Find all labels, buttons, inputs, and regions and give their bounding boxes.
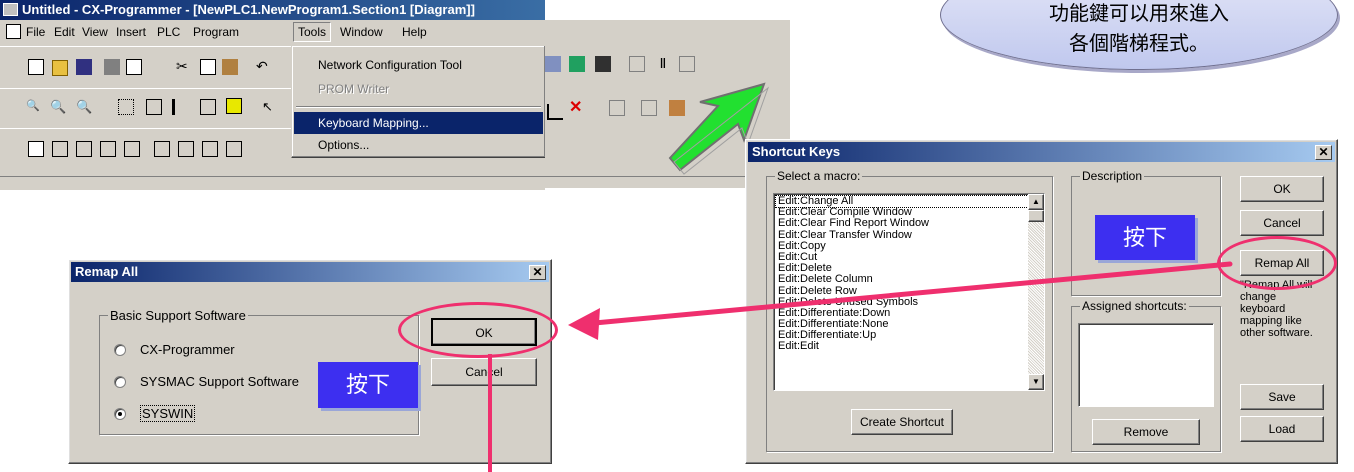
menu-item-options[interactable]: Options... bbox=[294, 134, 543, 156]
info-bubble-line1: 功能鍵可以用來進入 bbox=[1049, 1, 1229, 25]
pink-arrow bbox=[488, 261, 1233, 472]
tools-dropdown: Network Configuration Tool PROM Writer K… bbox=[291, 45, 546, 158]
list-icon[interactable] bbox=[172, 99, 188, 115]
address-ref-icon[interactable] bbox=[100, 141, 116, 157]
load-button[interactable]: Load bbox=[1240, 416, 1324, 442]
radio-cx-programmer-label[interactable]: CX-Programmer bbox=[140, 342, 235, 357]
watch-window-icon[interactable] bbox=[76, 141, 92, 157]
new-file-icon[interactable] bbox=[28, 59, 44, 75]
menu-item-network-config[interactable]: Network Configuration Tool bbox=[294, 54, 543, 76]
scroll-up-button[interactable]: ▲ bbox=[1028, 194, 1044, 210]
menu-separator bbox=[296, 106, 541, 108]
cut-icon[interactable]: ✂ bbox=[176, 59, 192, 75]
grid-icon[interactable] bbox=[118, 99, 134, 115]
select-arrow-icon[interactable]: ↖ bbox=[262, 99, 278, 115]
menu-window[interactable]: Window bbox=[340, 25, 383, 39]
sections-icon[interactable] bbox=[178, 141, 194, 157]
menu-tools[interactable]: Tools bbox=[293, 22, 332, 42]
online-icon[interactable] bbox=[545, 56, 561, 72]
radio-cx-programmer[interactable] bbox=[114, 344, 126, 356]
description-label: Description bbox=[1080, 169, 1145, 183]
find-icon[interactable] bbox=[595, 56, 611, 72]
zoom-out-icon[interactable]: 🔍 bbox=[76, 99, 92, 115]
menu-bar: File Edit View Insert PLC Program Tools … bbox=[0, 21, 545, 43]
line-icon[interactable] bbox=[547, 104, 563, 120]
pause-icon[interactable]: Ⅱ bbox=[655, 56, 671, 72]
shortcut-keys-titlebar: Shortcut Keys ✕ bbox=[748, 142, 1335, 162]
zoom-icon[interactable]: 🔍 bbox=[50, 99, 66, 115]
menu-insert[interactable]: Insert bbox=[116, 25, 146, 39]
scroll-thumb[interactable] bbox=[1028, 210, 1044, 222]
stop-icon[interactable] bbox=[679, 56, 695, 72]
shortcut-keys-title: Shortcut Keys bbox=[752, 144, 841, 159]
copy-icon[interactable] bbox=[200, 59, 216, 75]
select-macro-label: Select a macro: bbox=[775, 169, 863, 183]
radio-syswin-label[interactable]: SYSWIN bbox=[140, 405, 196, 422]
basic-support-software-label: Basic Support Software bbox=[108, 308, 248, 323]
undo-icon[interactable]: ↶ bbox=[256, 59, 272, 75]
run-icon[interactable] bbox=[629, 56, 645, 72]
menu-program[interactable]: Program bbox=[193, 25, 239, 39]
paste-icon[interactable] bbox=[222, 59, 238, 75]
zoom-small-icon[interactable]: 🔍 bbox=[26, 99, 42, 115]
delete-x-icon[interactable]: ✕ bbox=[569, 100, 585, 116]
program-icon[interactable] bbox=[202, 141, 218, 157]
radio-sysmac-support-label[interactable]: SYSMAC Support Software bbox=[140, 374, 299, 389]
properties-icon[interactable] bbox=[124, 141, 140, 157]
cxprogrammer-titlebar: Untitled - CX-Programmer - [NewPLC1.NewP… bbox=[0, 0, 545, 20]
macro-list-item[interactable]: Edit:Clear Find Report Window bbox=[776, 218, 1028, 229]
window-icon[interactable] bbox=[200, 99, 216, 115]
transfer-to-plc-icon[interactable] bbox=[609, 100, 625, 116]
monitor-icon[interactable] bbox=[569, 56, 585, 72]
window-title: Untitled - CX-Programmer - [NewPLC1.NewP… bbox=[22, 2, 475, 17]
info-bubble: 功能鍵可以用來進入 各個階梯程式。 bbox=[940, 0, 1338, 70]
save-button[interactable]: Save bbox=[1240, 384, 1324, 410]
menu-help[interactable]: Help bbox=[402, 25, 427, 39]
menu-plc[interactable]: PLC bbox=[157, 25, 180, 39]
ok-button[interactable]: OK bbox=[1240, 176, 1324, 202]
app-icon bbox=[3, 3, 18, 16]
cancel-button[interactable]: Cancel bbox=[1240, 210, 1324, 236]
info-bubble-line2: 各個階梯程式。 bbox=[1069, 31, 1209, 55]
menu-item-keyboard-mapping[interactable]: Keyboard Mapping... bbox=[294, 112, 543, 134]
watch-icon[interactable] bbox=[226, 98, 242, 114]
comment-icon[interactable] bbox=[146, 99, 162, 115]
remap-all-titlebar: Remap All ✕ bbox=[71, 262, 549, 282]
cxprogrammer-window: Untitled - CX-Programmer - [NewPLC1.NewP… bbox=[0, 0, 546, 190]
radio-sysmac-support[interactable] bbox=[114, 376, 126, 388]
close-button[interactable]: ✕ bbox=[1315, 145, 1332, 160]
menu-file[interactable]: File bbox=[26, 25, 45, 39]
menu-view[interactable]: View bbox=[82, 25, 108, 39]
radio-syswin[interactable] bbox=[114, 408, 126, 420]
menu-item-prom-writer[interactable]: PROM Writer bbox=[294, 78, 543, 100]
compile-icon[interactable] bbox=[641, 100, 657, 116]
document-icon[interactable] bbox=[6, 24, 21, 39]
print-preview-icon[interactable] bbox=[126, 59, 142, 75]
print-icon[interactable] bbox=[104, 59, 120, 75]
mnemonics-icon[interactable] bbox=[226, 141, 242, 157]
save-icon[interactable] bbox=[76, 59, 92, 75]
output-window-icon[interactable] bbox=[52, 141, 68, 157]
symbols-icon[interactable] bbox=[154, 141, 170, 157]
menu-edit[interactable]: Edit bbox=[54, 25, 75, 39]
press-callout-remap: 按下 bbox=[318, 362, 418, 408]
project-workspace-icon[interactable] bbox=[28, 141, 44, 157]
open-folder-icon[interactable] bbox=[52, 60, 68, 76]
remap-all-title: Remap All bbox=[75, 264, 139, 279]
